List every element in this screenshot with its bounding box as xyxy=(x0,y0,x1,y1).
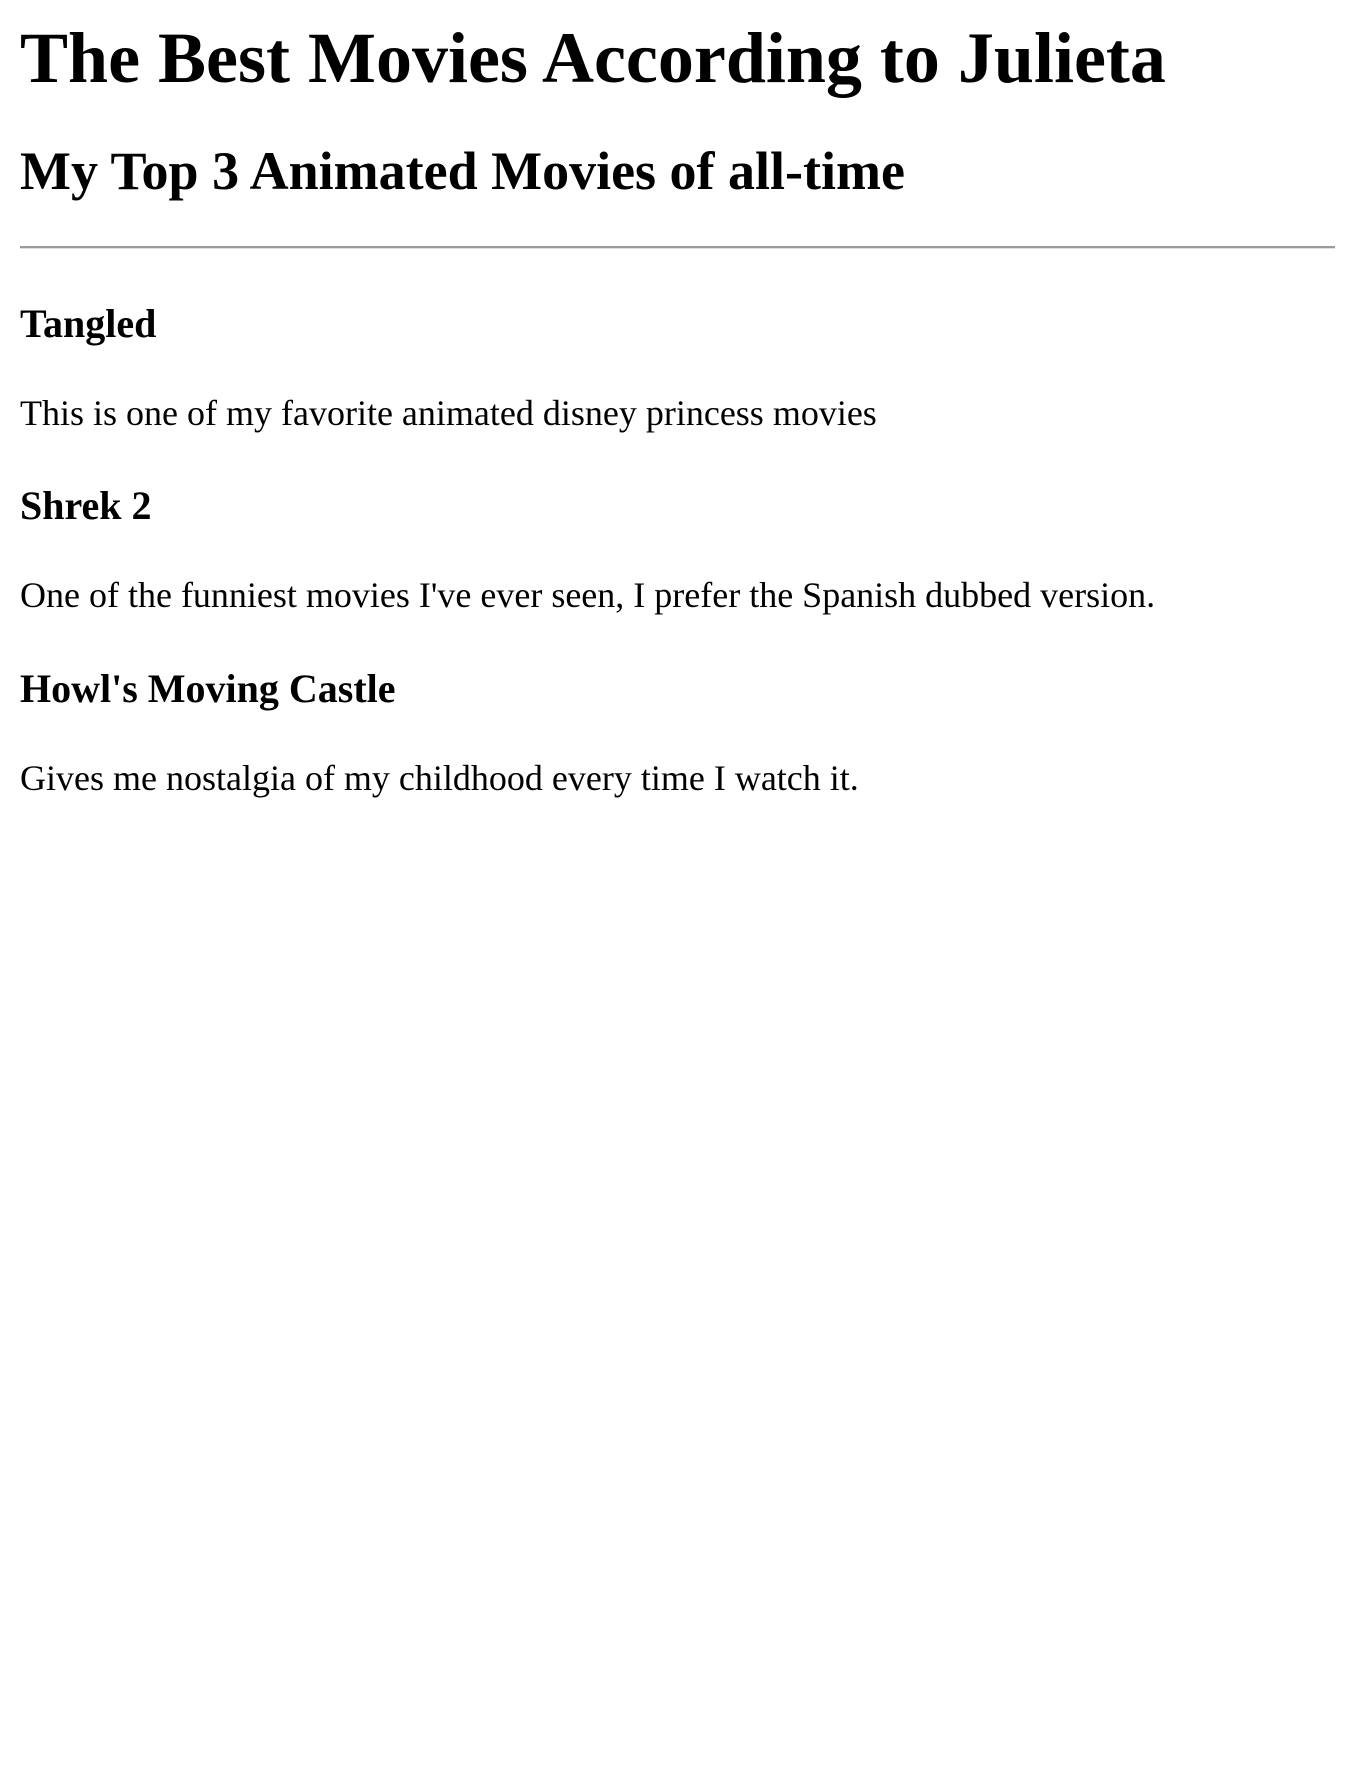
page-title: The Best Movies According to Julieta xyxy=(20,18,1166,98)
movie-description: This is one of my favorite animated disn… xyxy=(20,392,877,433)
movie-item: Tangled This is one of my favorite anima… xyxy=(20,301,1335,434)
movie-title: Shrek 2 xyxy=(20,483,152,529)
movie-description: Gives me nostalgia of my childhood every… xyxy=(20,757,859,798)
movie-item: Howl's Moving Castle Gives me nostalgia … xyxy=(20,666,1335,799)
movie-title: Tangled xyxy=(20,300,157,346)
movie-item: Shrek 2 One of the funniest movies I've … xyxy=(20,483,1335,616)
page-subtitle: My Top 3 Animated Movies of all-time xyxy=(20,140,905,201)
movie-list: Tangled This is one of my favorite anima… xyxy=(20,301,1335,799)
movie-title: Howl's Moving Castle xyxy=(20,665,396,711)
section-divider xyxy=(20,245,1335,249)
movie-description: One of the funniest movies I've ever see… xyxy=(20,575,1156,616)
